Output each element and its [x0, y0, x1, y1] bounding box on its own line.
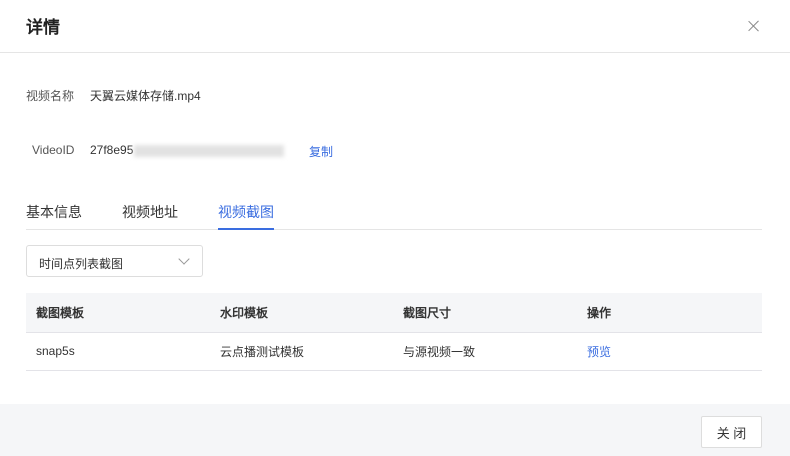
col-header: 截图模板	[26, 293, 210, 333]
chevron-down-icon	[178, 253, 190, 265]
tab-video-address[interactable]: 视频地址	[122, 202, 178, 230]
video-id-redacted	[134, 144, 285, 157]
cell-action: 预览	[577, 332, 762, 371]
col-header: 水印模板	[210, 293, 393, 333]
close-icon[interactable]	[746, 18, 762, 34]
dialog-footer: 关 闭	[0, 404, 790, 456]
col-header: 操作	[577, 293, 762, 333]
preview-link[interactable]: 预览	[587, 345, 611, 359]
snapshot-type-select[interactable]: 时间点列表截图	[26, 245, 203, 277]
cell: 与源视频一致	[393, 332, 577, 371]
video-id-label: VideoID	[32, 143, 75, 157]
video-name-value: 天翼云媒体存储.mp4	[90, 89, 201, 103]
video-name-label: 视频名称	[26, 89, 75, 103]
dialog-title: 详情	[26, 18, 60, 37]
cell: snap5s	[26, 332, 210, 371]
col-header: 截图尺寸	[393, 293, 577, 333]
table-header-row: 截图模板 水印模板 截图尺寸 操作	[26, 293, 762, 333]
cell: 云点播测试模板	[210, 332, 393, 371]
close-button[interactable]: 关 闭	[701, 416, 762, 448]
select-value: 时间点列表截图	[39, 257, 124, 271]
tab-basic-info[interactable]: 基本信息	[26, 202, 82, 230]
video-id-value: 27f8e95	[90, 143, 285, 157]
dialog-header: 详情	[0, 0, 790, 53]
tab-video-snapshot[interactable]: 视频截图	[218, 202, 274, 230]
copy-link[interactable]: 复制	[309, 143, 333, 160]
tab-bar: 基本信息 视频地址 视频截图	[26, 200, 762, 230]
snapshot-table: 截图模板 水印模板 截图尺寸 操作 snap5s 云点播测试模板 与源视频一致 …	[26, 293, 762, 371]
video-id-text: 27f8e95	[90, 143, 134, 157]
table-row: snap5s 云点播测试模板 与源视频一致 预览	[26, 332, 762, 371]
